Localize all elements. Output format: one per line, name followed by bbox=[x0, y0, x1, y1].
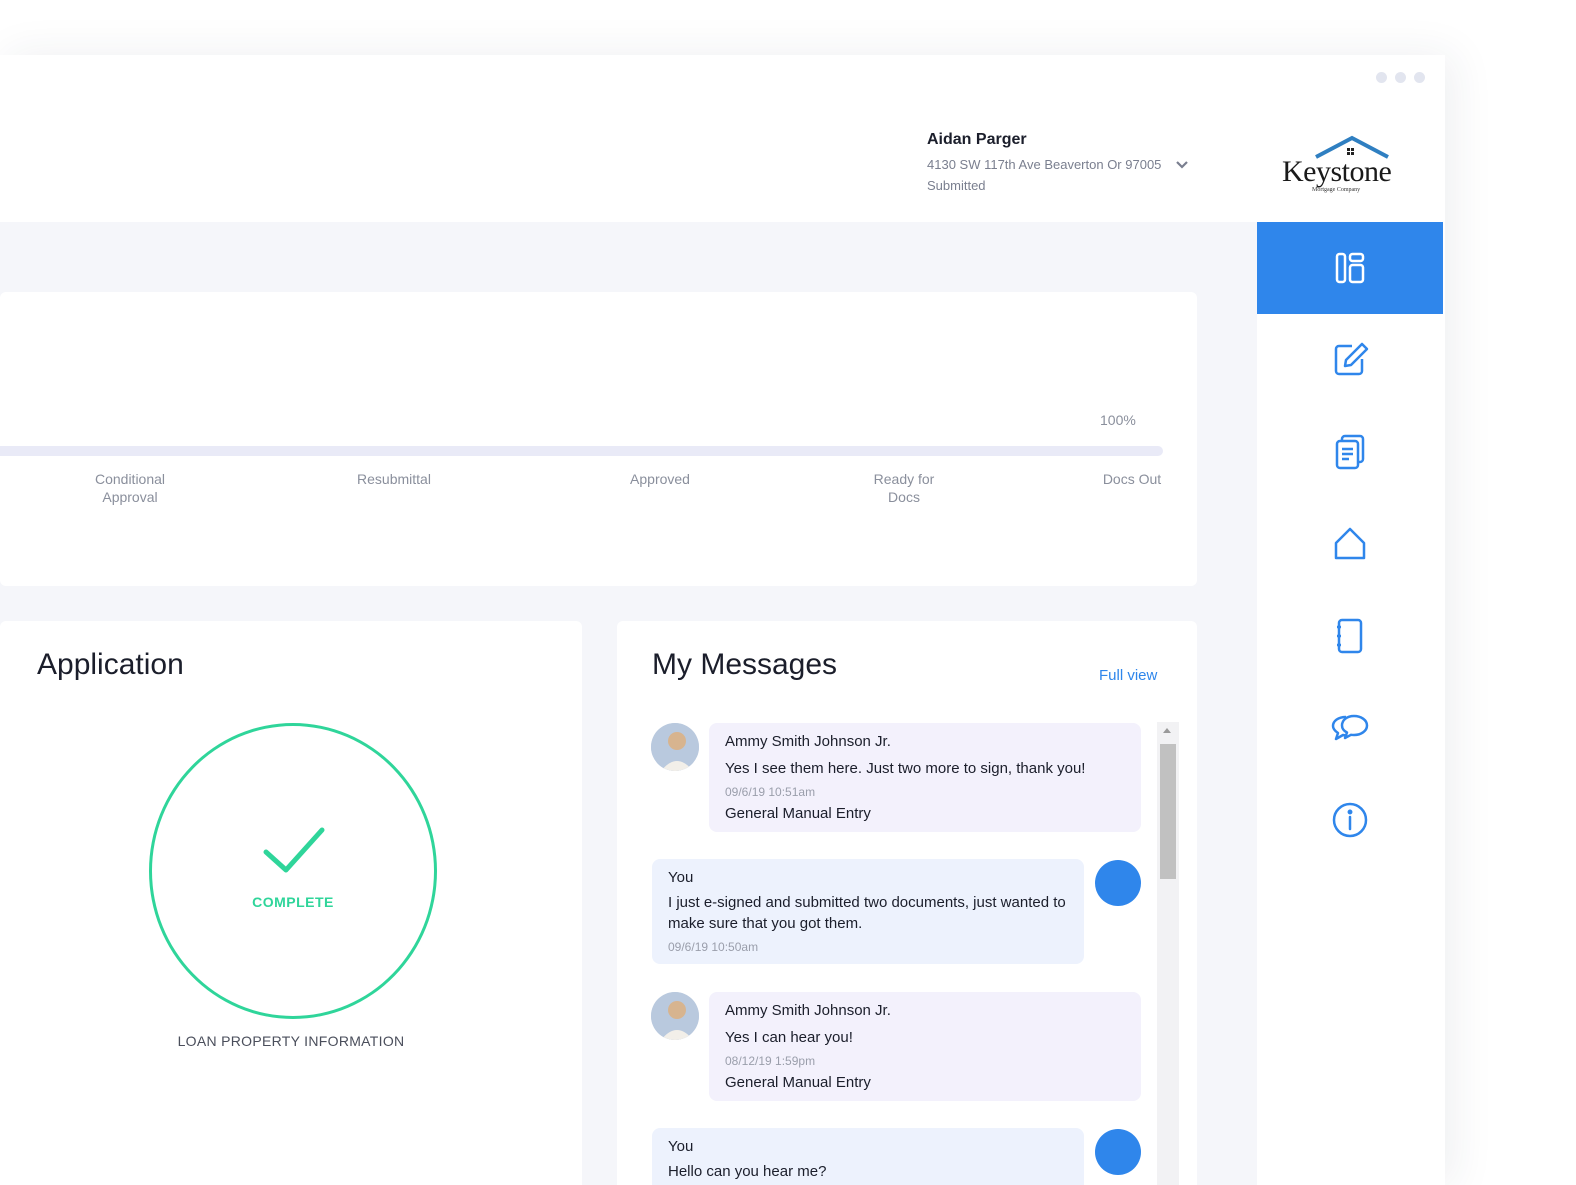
message-text: I just e-signed and submitted two docume… bbox=[668, 894, 1066, 932]
message-sender: You bbox=[668, 1138, 694, 1155]
nav-edit[interactable] bbox=[1257, 314, 1443, 406]
message-tag: General Manual Entry bbox=[725, 1074, 871, 1091]
dashboard-icon bbox=[1335, 252, 1365, 284]
message-sender: Ammy Smith Johnson Jr. bbox=[725, 733, 891, 750]
user-avatar bbox=[1095, 1129, 1141, 1175]
message-list: Ammy Smith Johnson Jr. Yes I see them he… bbox=[617, 721, 1177, 1185]
nav-property[interactable] bbox=[1257, 498, 1443, 590]
scroll-thumb[interactable] bbox=[1160, 744, 1176, 879]
documents-icon bbox=[1335, 434, 1365, 470]
avatar-photo-icon bbox=[651, 992, 699, 1040]
nav-info[interactable] bbox=[1257, 774, 1443, 866]
stage-conditional-approval: Conditional Approval bbox=[94, 471, 166, 505]
complete-ring[interactable]: COMPLETE bbox=[149, 723, 437, 1019]
info-icon bbox=[1332, 802, 1368, 838]
message-time: 09/6/19 10:50am bbox=[668, 940, 759, 954]
avatar-photo-icon bbox=[651, 723, 699, 771]
full-view-link[interactable]: Full view bbox=[1099, 667, 1157, 684]
message-tag: General Manual Entry bbox=[725, 805, 871, 822]
main-content: 100% Conditional Approval Resubmittal Ap… bbox=[0, 222, 1257, 1185]
app-window: Aidan Parger 4130 SW 117th Ave Beaverton… bbox=[0, 55, 1445, 1185]
message-time: 09/6/19 10:51am bbox=[725, 785, 816, 799]
chevron-down-icon[interactable] bbox=[1175, 158, 1189, 172]
stage-resubmittal: Resubmittal bbox=[357, 471, 431, 487]
borrower-address-row: 4130 SW 117th Ave Beaverton Or 97005 bbox=[927, 157, 1189, 172]
nav-messages[interactable] bbox=[1257, 682, 1443, 774]
loan-status: Submitted bbox=[927, 178, 986, 193]
home-icon bbox=[1334, 527, 1366, 560]
message-sender: Ammy Smith Johnson Jr. bbox=[725, 1002, 891, 1019]
avatar bbox=[651, 992, 699, 1040]
dot bbox=[1414, 72, 1425, 83]
side-navigation bbox=[1257, 222, 1443, 1185]
message-text: Yes I see them here. Just two more to si… bbox=[725, 760, 1086, 777]
nav-dashboard[interactable] bbox=[1257, 222, 1443, 314]
borrower-name: Aidan Parger bbox=[927, 131, 1027, 148]
check-icon bbox=[263, 827, 325, 873]
section-label: LOAN PROPERTY INFORMATION bbox=[177, 1033, 405, 1049]
messages-card: My Messages Full view Ammy Smith Johnson… bbox=[617, 621, 1197, 1185]
message-text: Yes I can hear you! bbox=[725, 1029, 853, 1046]
user-avatar bbox=[1095, 860, 1141, 906]
logo-text: Keystone bbox=[1282, 155, 1392, 188]
application-title: Application bbox=[37, 648, 184, 681]
loan-progress-card: 100% Conditional Approval Resubmittal Ap… bbox=[0, 292, 1197, 586]
message-item[interactable]: You I just e-signed and submitted two do… bbox=[652, 859, 1084, 964]
nav-notebook[interactable] bbox=[1257, 590, 1443, 682]
complete-status: COMPLETE bbox=[252, 894, 334, 910]
messages-scrollbar[interactable] bbox=[1157, 722, 1179, 1185]
stage-ready-for-docs: Ready for Docs bbox=[873, 471, 935, 505]
application-card: Application COMPLETE LOAN PROPERTY INFOR… bbox=[0, 621, 582, 1185]
dot bbox=[1376, 72, 1387, 83]
message-text: Hello can you hear me? bbox=[668, 1163, 827, 1180]
company-logo: Keystone Mortgage Company bbox=[1282, 135, 1394, 195]
stage-docs-out: Docs Out bbox=[1102, 471, 1162, 487]
nav-documents[interactable] bbox=[1257, 406, 1443, 498]
message-item[interactable]: You Hello can you hear me? bbox=[652, 1128, 1084, 1185]
scroll-up-arrow-icon[interactable] bbox=[1163, 728, 1171, 733]
window-menu-dots[interactable] bbox=[1376, 72, 1425, 83]
notebook-icon bbox=[1337, 618, 1363, 654]
progress-bar bbox=[0, 446, 1163, 456]
chat-icon bbox=[1331, 714, 1369, 741]
edit-icon bbox=[1334, 342, 1369, 376]
logo-subtext: Mortgage Company bbox=[1312, 187, 1361, 193]
progress-percent: 100% bbox=[1100, 412, 1136, 428]
stage-approved: Approved bbox=[630, 471, 690, 487]
message-item[interactable]: Ammy Smith Johnson Jr. Yes I see them he… bbox=[709, 723, 1141, 832]
message-sender: You bbox=[668, 869, 694, 886]
dot bbox=[1395, 72, 1406, 83]
borrower-address: 4130 SW 117th Ave Beaverton Or 97005 bbox=[927, 157, 1162, 172]
message-item[interactable]: Ammy Smith Johnson Jr. Yes I can hear yo… bbox=[709, 992, 1141, 1101]
borrower-selector[interactable]: Aidan Parger 4130 SW 117th Ave Beaverton… bbox=[927, 131, 1189, 193]
messages-title: My Messages bbox=[652, 648, 838, 681]
message-time: 08/12/19 1:59pm bbox=[725, 1054, 816, 1068]
avatar bbox=[651, 723, 699, 771]
